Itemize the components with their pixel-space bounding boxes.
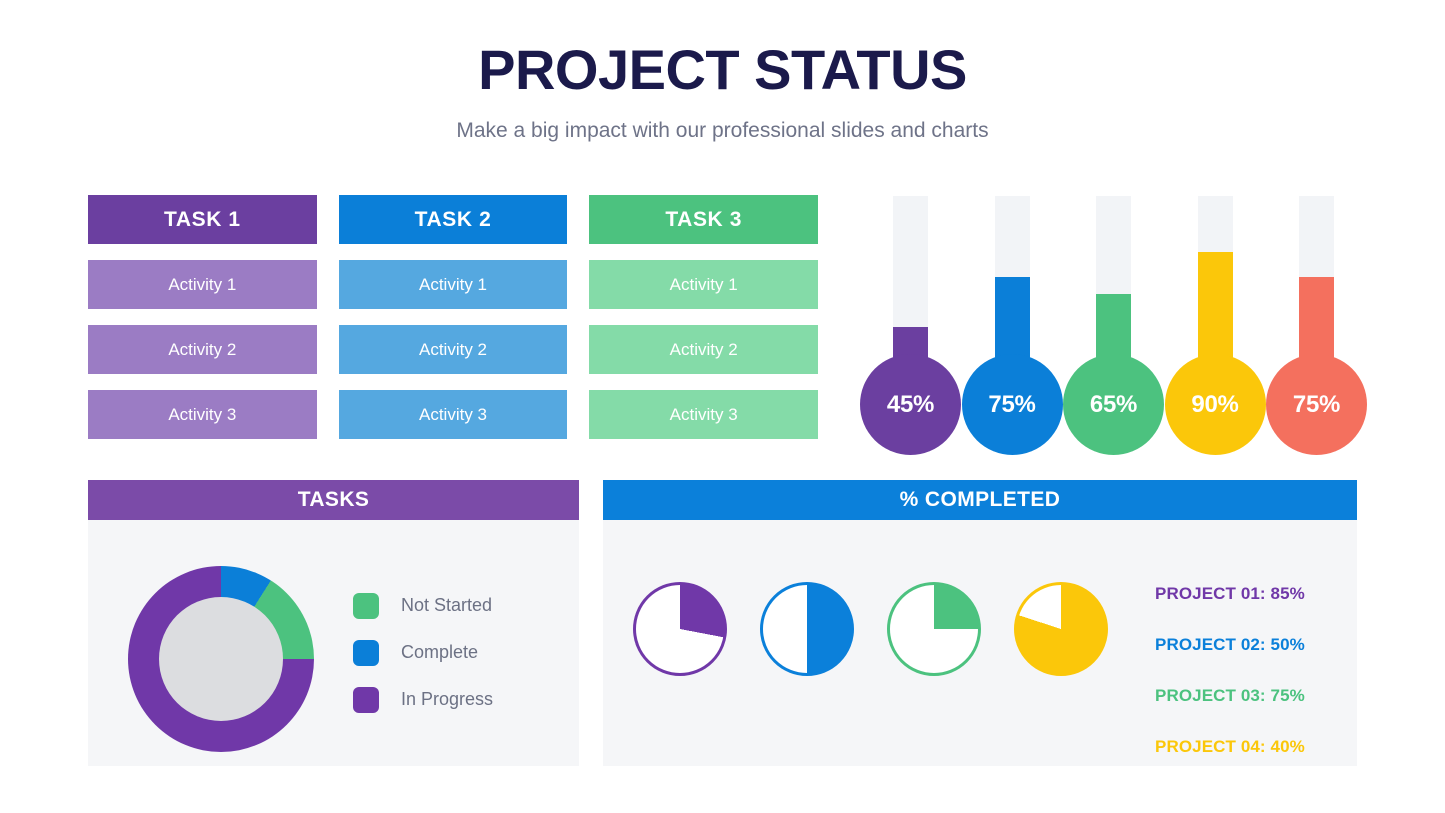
tasks-panel: TASKS Not Started Complete In Progress (88, 480, 579, 766)
task-column: TASK 1 Activity 1 Activity 2 Activity 3 (88, 195, 317, 439)
project-label: PROJECT 02: 50% (1155, 635, 1305, 654)
legend-item[interactable]: In Progress (353, 676, 573, 723)
task-column: TASK 3 Activity 1 Activity 2 Activity 3 (589, 195, 819, 439)
activity-box[interactable]: Activity 1 (88, 260, 317, 309)
activity-box[interactable]: Activity 3 (338, 390, 568, 439)
activity-box[interactable]: Activity 2 (88, 325, 317, 374)
pie-chart-row (633, 582, 1133, 686)
activity-box[interactable]: Activity 2 (589, 325, 819, 374)
task-column: TASK 2 Activity 1 Activity 2 Activity 3 (338, 195, 568, 439)
activity-box[interactable]: Activity 3 (88, 390, 317, 439)
thermometer-value: 75% (988, 390, 1036, 418)
project-pie-chart (887, 582, 981, 676)
thermometer-value: 45% (886, 390, 935, 418)
tasks-legend: Not Started Complete In Progress (353, 582, 573, 723)
thermometer: 65% (1063, 190, 1164, 455)
thermometer: 90% (1164, 190, 1266, 455)
thermometer-bulb: 65% (1063, 354, 1164, 455)
header: PROJECT STATUS Make a big impact with ou… (0, 42, 1445, 143)
legend-item[interactable]: Not Started (353, 582, 573, 629)
completed-panel-header: % COMPLETED (603, 480, 1357, 520)
legend-label: Not Started (401, 595, 493, 615)
legend-swatch (353, 592, 379, 619)
thermometer-value: 65% (1089, 390, 1138, 418)
infographic-slide: PROJECT STATUS Make a big impact with ou… (0, 0, 1445, 813)
thermometer-bulb: 75% (961, 354, 1063, 455)
project-label: PROJECT 03: 75% (1155, 686, 1305, 705)
thermometer-value: 75% (1292, 390, 1341, 418)
project-pie-chart (1014, 582, 1108, 676)
project-label-list: PROJECT 01: 85% PROJECT 02: 50% PROJECT 03… (1155, 584, 1355, 788)
thermometer-bulb: 45% (860, 354, 961, 455)
thermometer: 75% (961, 190, 1063, 455)
donut-hole (159, 597, 283, 721)
thermometer-group: 45% 75% 65% 90% 75% (860, 190, 1370, 455)
task-header[interactable]: TASK 2 (338, 195, 568, 244)
activity-box[interactable]: Activity 3 (589, 390, 819, 439)
tasks-panel-body: Not Started Complete In Progress (88, 520, 579, 766)
thermometer: 45% (860, 190, 961, 455)
legend-swatch (353, 639, 379, 666)
tasks-panel-header: TASKS (88, 480, 579, 520)
thermometer: 75% (1266, 190, 1367, 455)
project-label: PROJECT 01: 85% (1155, 584, 1305, 603)
legend-label: Complete (401, 642, 479, 662)
project-pie-chart (633, 582, 727, 676)
project-pie-chart (760, 582, 854, 676)
thermometer-bulb: 90% (1164, 354, 1266, 455)
tasks-donut-chart (128, 566, 314, 752)
activity-box[interactable]: Activity 1 (589, 260, 819, 309)
completed-panel-body: PROJECT 01: 85% PROJECT 02: 50% PROJECT 03… (603, 520, 1357, 766)
legend-item[interactable]: Complete (353, 629, 573, 676)
activity-box[interactable]: Activity 1 (338, 260, 568, 309)
task-header[interactable]: TASK 3 (589, 195, 819, 244)
task-columns: TASK 1 Activity 1 Activity 2 Activity 3 TASK… (88, 195, 819, 439)
page-title: PROJECT STATUS (478, 38, 967, 101)
legend-label: In Progress (401, 689, 494, 709)
legend-swatch (353, 686, 379, 713)
thermometer-value: 90% (1191, 390, 1239, 418)
completed-panel: % COMPLETED PROJECT 01: 85% PROJECT 02: 5… (603, 480, 1357, 766)
page-subtitle: Make a big impact with our professional … (456, 119, 989, 142)
task-header[interactable]: TASK 1 (88, 195, 317, 244)
activity-box[interactable]: Activity 2 (338, 325, 568, 374)
thermometer-bulb: 75% (1266, 354, 1367, 455)
project-label: PROJECT 04: 40% (1155, 737, 1305, 756)
